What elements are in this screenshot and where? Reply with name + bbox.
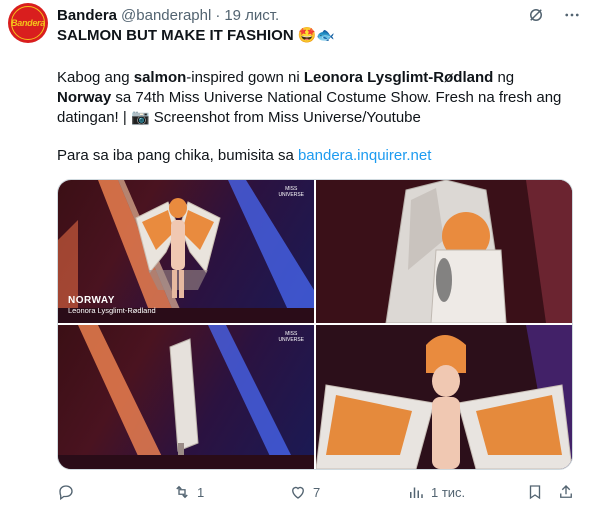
body-text: ng — [493, 69, 515, 86]
author-name[interactable]: Bandera — [57, 7, 117, 24]
body-text: Para sa iba pang chika, bumisita sa — [57, 147, 298, 164]
views-icon — [410, 487, 423, 498]
media-photo-4[interactable] — [316, 325, 572, 469]
site-link[interactable]: bandera.inquirer.net — [298, 147, 431, 164]
media-photo-2[interactable] — [316, 180, 572, 323]
post-link-paragraph: Para sa iba pang chika, bumisita sa band… — [57, 146, 577, 166]
post-body-paragraph: Kabog ang salmon-inspired gown ni Leonor… — [57, 68, 577, 128]
separator-dot: · — [215, 6, 221, 24]
views-button[interactable]: 1 тис. — [407, 482, 465, 502]
grok-icon[interactable] — [527, 6, 545, 24]
repost-button[interactable]: 1 — [173, 482, 204, 502]
media-photo-1[interactable]: MISS UNIVERSE NORWAY Leonora Lysglimt-Rød… — [58, 180, 314, 323]
costume-closeup-illustration — [316, 180, 572, 323]
share-icon — [560, 485, 572, 498]
headline-emoji: 🤩🐟 — [297, 27, 336, 44]
avatar-ring: Bandera — [11, 6, 45, 40]
caption-name: Leonora Lysglimt-Rødland — [68, 306, 156, 315]
more-icon[interactable] — [563, 6, 581, 24]
logo-word: UNIVERSE — [278, 337, 304, 343]
repost-count: 1 — [197, 484, 205, 500]
contestant-caption: NORWAY Leonora Lysglimt-Rødland — [68, 295, 156, 315]
bookmark-button[interactable] — [526, 482, 544, 502]
reply-button[interactable] — [57, 482, 81, 502]
headline-text: SALMON BUT MAKE IT FASHION — [57, 26, 294, 44]
bookmark-icon — [529, 485, 541, 500]
repost-icon — [176, 485, 188, 499]
like-count: 7 — [313, 484, 321, 500]
body-text: -inspired gown ni — [186, 69, 304, 86]
body-text: sa 74th Miss Universe National Costume S… — [57, 89, 562, 126]
wearer-closeup-illustration — [316, 325, 572, 469]
top-actions — [527, 6, 581, 24]
stage-illustration-folded — [58, 325, 314, 469]
body-bold-country: Norway — [57, 89, 112, 106]
post-time[interactable]: 19 лист. — [224, 7, 279, 24]
post-header: Bandera @banderaphl · 19 лист. — [57, 5, 279, 25]
body-bold-salmon: salmon — [133, 69, 187, 86]
logo-word: UNIVERSE — [278, 192, 304, 198]
reply-icon — [59, 485, 73, 501]
body-bold-name: Leonora Lysglimt-Rødland — [303, 69, 494, 86]
miss-universe-logo: MISS UNIVERSE — [278, 331, 304, 343]
action-bar: 1 7 1 тис. — [57, 482, 577, 502]
avatar[interactable]: Bandera — [8, 3, 48, 43]
author-handle[interactable]: @banderaphl — [121, 7, 211, 24]
media-photo-3[interactable]: MISS UNIVERSE — [58, 325, 314, 469]
like-button[interactable]: 7 — [289, 482, 320, 502]
share-button[interactable] — [557, 482, 575, 502]
caption-country: NORWAY — [68, 295, 115, 306]
like-icon — [292, 486, 304, 499]
media-grid: MISS UNIVERSE NORWAY Leonora Lysglimt-Rød… — [57, 179, 573, 470]
body-text: Kabog ang — [57, 69, 134, 86]
views-count: 1 тис. — [431, 484, 466, 500]
miss-universe-logo: MISS UNIVERSE — [278, 186, 304, 198]
avatar-logo-text: Bandera — [11, 18, 45, 28]
post-headline: SALMON BUT MAKE IT FASHION 🤩🐟 — [57, 26, 336, 45]
